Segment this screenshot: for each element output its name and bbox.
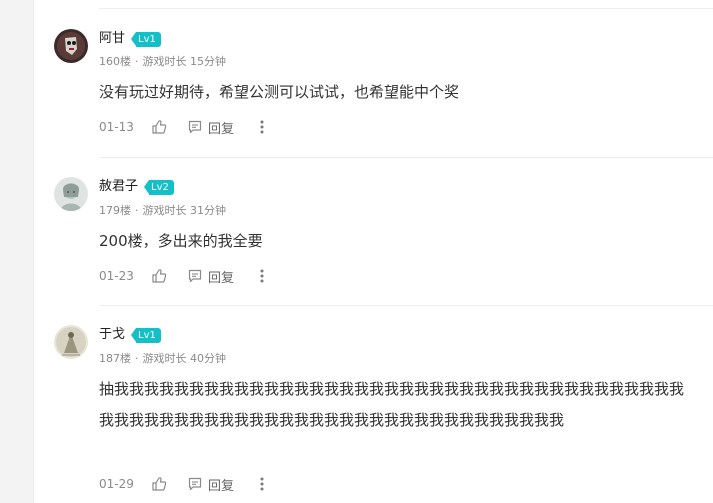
thumb-up-icon[interactable] [151,476,167,492]
avatar[interactable] [54,29,88,63]
comment-content: 200楼，多出来的我全要 [99,232,263,250]
divider [99,8,713,9]
user-header: 赦君子 Lv2 [99,177,174,197]
meta-separator: · [135,55,139,68]
play-time: 游戏时长 15分钟 [142,55,227,68]
comment-content: 抽我我我我我我我我我我我我我我我我我我我我我我我我我我我我我我我我我我我我我我我… [99,380,685,429]
username[interactable]: 于戈 [99,325,125,345]
comment-bubble-icon[interactable] [188,120,202,134]
reply-button[interactable]: 回复 [208,475,234,494]
thumb-up-icon[interactable] [151,119,167,135]
comment-actions: 01-29 回复 [99,475,264,494]
user-header: 于戈 Lv1 [99,325,161,345]
meta-separator: · [135,204,139,217]
floor-number: 179楼 [99,204,131,217]
comment-list: 阿甘 Lv1 160楼 · 游戏时长 15分钟 没有玩过好期待，希望公测可以试试，也… [33,0,713,503]
avatar[interactable] [54,177,88,211]
comment-content: 没有玩过好期待，希望公测可以试试，也希望能中个奖 [99,83,460,101]
level-badge: Lv1 [131,31,161,47]
floor-number: 187楼 [99,352,131,365]
comment-actions: 01-23 回复 [99,267,264,286]
divider [99,305,713,306]
play-time: 游戏时长 40分钟 [142,352,227,365]
comment-meta: 187楼 · 游戏时长 40分钟 [99,351,226,367]
reply-button[interactable]: 回复 [208,118,234,137]
user-header: 阿甘 Lv1 [99,29,161,49]
comment-actions: 01-13 回复 [99,118,264,137]
more-vertical-icon[interactable] [260,269,264,283]
comment-date: 01-13 [99,120,134,134]
more-vertical-icon[interactable] [260,120,264,134]
more-vertical-icon[interactable] [260,477,264,491]
level-badge: Lv1 [131,327,161,343]
meta-separator: · [135,352,139,365]
comment-bubble-icon[interactable] [188,477,202,491]
reply-button[interactable]: 回复 [208,267,234,286]
comment-date: 01-29 [99,477,134,491]
username[interactable]: 阿甘 [99,29,125,49]
comment-meta: 160楼 · 游戏时长 15分钟 [99,54,226,70]
thumb-up-icon[interactable] [151,268,167,284]
play-time: 游戏时长 31分钟 [142,204,227,217]
level-badge: Lv2 [144,179,174,195]
comment-meta: 179楼 · 游戏时长 31分钟 [99,203,226,219]
comment-bubble-icon[interactable] [188,269,202,283]
comment-date: 01-23 [99,269,134,283]
floor-number: 160楼 [99,55,131,68]
avatar[interactable] [54,325,88,359]
username[interactable]: 赦君子 [99,177,138,197]
divider [99,157,713,158]
